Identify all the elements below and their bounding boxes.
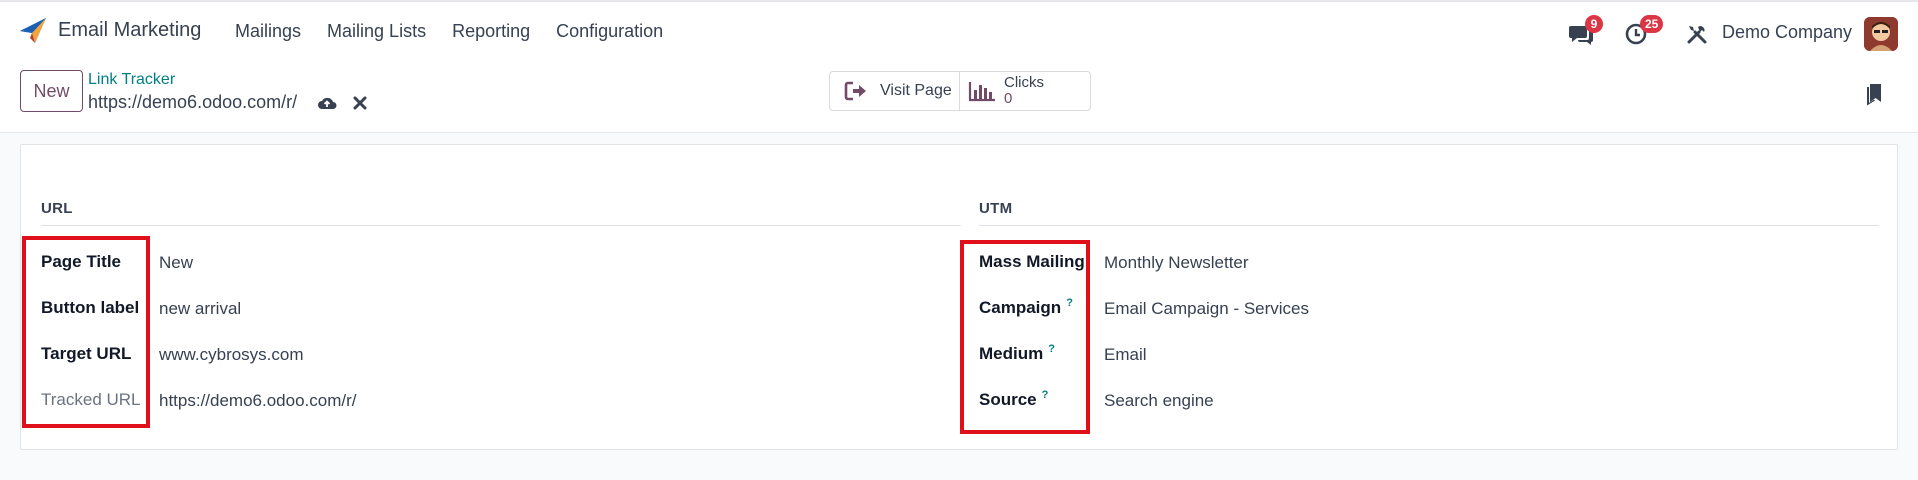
medium-value[interactable]: Email xyxy=(1104,345,1147,365)
form-sheet: URL Page Title New Button label new arri… xyxy=(20,144,1898,450)
url-group: URL xyxy=(41,200,961,226)
app-title[interactable]: Email Marketing xyxy=(58,19,201,42)
bookmark-icon[interactable] xyxy=(1865,82,1883,106)
menu-mailing-lists[interactable]: Mailing Lists xyxy=(327,21,426,42)
button-label-value[interactable]: new arrival xyxy=(159,299,241,319)
menu-mailings[interactable]: Mailings xyxy=(235,21,301,42)
url-group-title: URL xyxy=(41,200,961,226)
main-menu: Mailings Mailing Lists Reporting Configu… xyxy=(235,21,689,42)
source-value[interactable]: Search engine xyxy=(1104,391,1214,411)
main-navbar: Email Marketing Mailings Mailing Lists R… xyxy=(0,2,1918,60)
cloud-upload-icon[interactable] xyxy=(316,92,338,114)
messages-badge: 9 xyxy=(1585,15,1603,33)
page-title-value[interactable]: New xyxy=(159,253,193,273)
messages-button[interactable]: 9 xyxy=(1568,14,1608,48)
control-panel: New Link Tracker https://demo6.odoo.com/… xyxy=(0,60,1918,133)
breadcrumb-link-tracker[interactable]: Link Tracker xyxy=(88,71,175,89)
activities-button[interactable]: 25 xyxy=(1624,14,1674,48)
highlight-box-url-labels xyxy=(22,236,150,428)
smart-buttons: Visit Page Clicks 0 xyxy=(829,71,1091,111)
clicks-label: Clicks xyxy=(1004,74,1044,91)
tools-icon xyxy=(1687,26,1707,44)
target-url-value[interactable]: www.cybrosys.com xyxy=(159,345,304,365)
company-switcher[interactable]: Demo Company xyxy=(1722,22,1852,43)
clicks-button[interactable]: Clicks 0 xyxy=(960,72,1044,110)
record-name: https://demo6.odoo.com/r/ xyxy=(88,92,298,112)
utm-group-title: UTM xyxy=(979,200,1879,226)
clicks-value: 0 xyxy=(1004,90,1013,107)
visit-page-label: Visit Page xyxy=(880,82,952,99)
visit-page-button[interactable]: Visit Page xyxy=(830,72,960,110)
highlight-box-utm-labels xyxy=(960,240,1090,434)
campaign-value[interactable]: Email Campaign - Services xyxy=(1104,299,1309,319)
app-brand[interactable]: Email Marketing xyxy=(18,15,201,45)
paper-plane-icon xyxy=(20,18,46,43)
avatar-image xyxy=(1864,17,1898,51)
debug-tools-button[interactable] xyxy=(1686,14,1712,48)
mass-mailing-value[interactable]: Monthly Newsletter xyxy=(1104,253,1249,273)
sign-out-icon xyxy=(844,81,866,101)
menu-reporting[interactable]: Reporting xyxy=(452,21,530,42)
discard-icon[interactable] xyxy=(349,92,371,114)
tracked-url-value: https://demo6.odoo.com/r/ xyxy=(159,391,357,410)
activities-badge: 25 xyxy=(1640,15,1664,33)
bar-chart-icon xyxy=(968,82,995,102)
user-avatar[interactable] xyxy=(1864,17,1898,51)
new-button[interactable]: New xyxy=(20,70,83,112)
utm-group: UTM xyxy=(979,200,1879,226)
menu-configuration[interactable]: Configuration xyxy=(556,21,663,42)
